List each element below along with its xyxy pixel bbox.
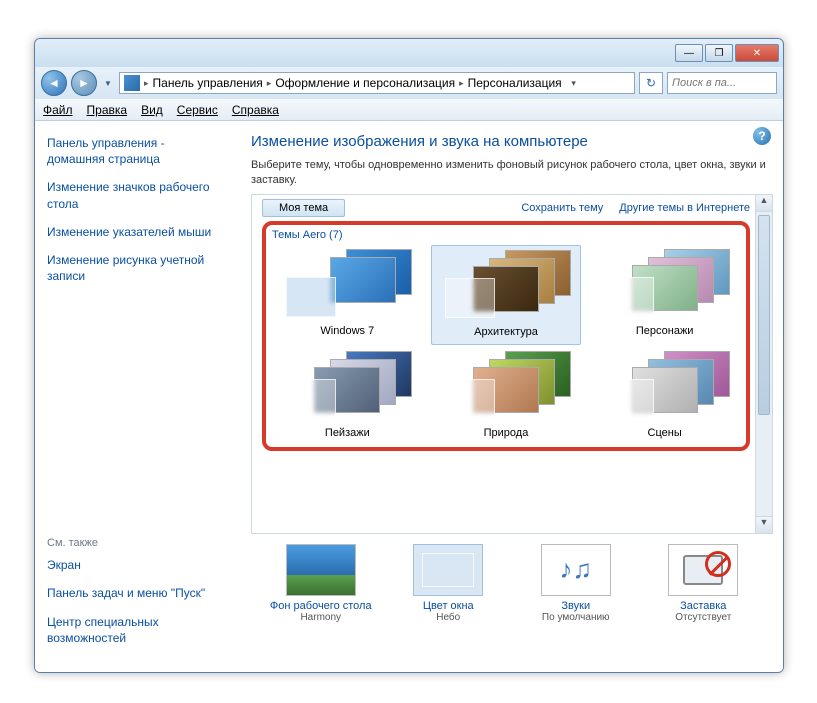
scroll-thumb[interactable]: [758, 215, 770, 415]
control-panel-icon: [124, 75, 140, 91]
menu-file[interactable]: Файл: [43, 103, 73, 117]
menu-help[interactable]: Справка: [232, 103, 279, 117]
sidebar-home-link[interactable]: Панель управления - домашняя страница: [47, 135, 223, 167]
sounds-button[interactable]: ♪♫ ЗвукиПо умолчанию: [521, 544, 631, 623]
sidebar-mouse-pointers-link[interactable]: Изменение указателей мыши: [47, 224, 223, 240]
window-color-button[interactable]: Цвет окнаНебо: [393, 544, 503, 623]
desktop-background-icon: [286, 544, 356, 596]
nav-history-dropdown[interactable]: ▼: [101, 73, 115, 93]
menu-bar: Файл Правка Вид Сервис Справка: [35, 99, 783, 121]
titlebar: — ❐ ✕: [35, 39, 783, 67]
sounds-value: По умолчанию: [521, 612, 631, 623]
personalization-window: — ❐ ✕ ◄ ► ▼ ▸ Панель управления ▸ Оформл…: [34, 38, 784, 673]
desktop-background-button[interactable]: Фон рабочего столаHarmony: [266, 544, 376, 623]
menu-tools[interactable]: Сервис: [177, 103, 218, 117]
sounds-label: Звуки: [521, 600, 631, 612]
theme-thumbnail: [282, 249, 412, 321]
address-bar[interactable]: ▸ Панель управления ▸ Оформление и персо…: [119, 72, 635, 94]
help-icon[interactable]: ?: [753, 127, 771, 145]
chevron-right-icon: ▸: [267, 78, 272, 89]
sidebar-desktop-icons-link[interactable]: Изменение значков рабочего стола: [47, 179, 223, 211]
theme-label: Сцены: [589, 427, 740, 439]
theme-thumbnail: [600, 351, 730, 423]
breadcrumb-appearance[interactable]: Оформление и персонализация: [275, 76, 455, 90]
sounds-icon: ♪♫: [541, 544, 611, 596]
settings-row: Фон рабочего столаHarmonyЦвет окнаНебо♪♫…: [251, 544, 773, 623]
back-button[interactable]: ◄: [41, 70, 67, 96]
refresh-button[interactable]: ↻: [639, 72, 663, 94]
page-description: Выберите тему, чтобы одновременно измени…: [251, 158, 773, 188]
themes-online-link[interactable]: Другие темы в Интернете: [619, 202, 750, 214]
chevron-right-icon: ▸: [459, 78, 464, 89]
theme-item[interactable]: Архитектура: [431, 245, 582, 345]
theme-label: Архитектура: [432, 326, 581, 338]
theme-item[interactable]: Windows 7: [272, 245, 423, 345]
sidebar-display-link[interactable]: Экран: [47, 557, 223, 573]
navigation-bar: ◄ ► ▼ ▸ Панель управления ▸ Оформление и…: [35, 67, 783, 99]
theme-item[interactable]: Персонажи: [589, 245, 740, 345]
window-color-value: Небо: [393, 612, 503, 623]
save-theme-link[interactable]: Сохранить тему: [521, 202, 603, 214]
window-color-label: Цвет окна: [393, 600, 503, 612]
theme-label: Пейзажи: [272, 427, 423, 439]
address-dropdown[interactable]: ▾: [566, 78, 582, 89]
aero-group-label: Темы Aero (7): [272, 229, 740, 241]
search-box[interactable]: [667, 72, 777, 94]
screensaver-value: Отсутствует: [648, 612, 758, 623]
theme-thumbnail: [441, 351, 571, 423]
themes-grid: Windows 7 Архитектура Персонажи Пейзажи Прир…: [272, 245, 740, 445]
themes-panel: ▲ ▼ Моя тема Сохранить тему Другие темы …: [251, 194, 773, 534]
theme-item[interactable]: Сцены: [589, 347, 740, 445]
scrollbar[interactable]: ▲ ▼: [755, 195, 772, 533]
window-body: Панель управления - домашняя страница Из…: [35, 121, 783, 672]
theme-thumbnail: [282, 351, 412, 423]
theme-label: Windows 7: [272, 325, 423, 337]
my-theme-button[interactable]: Моя тема: [262, 199, 345, 217]
breadcrumb-control-panel[interactable]: Панель управления: [153, 76, 263, 90]
theme-label: Природа: [431, 427, 582, 439]
desktop-background-label: Фон рабочего стола: [266, 600, 376, 612]
theme-thumbnail: [600, 249, 730, 321]
theme-item[interactable]: Пейзажи: [272, 347, 423, 445]
minimize-button[interactable]: —: [675, 44, 703, 62]
chevron-right-icon: ▸: [144, 78, 149, 89]
search-input[interactable]: [672, 77, 772, 89]
screensaver-button[interactable]: ЗаставкаОтсутствует: [648, 544, 758, 623]
theme-thumbnail: [441, 250, 571, 322]
scroll-down-button[interactable]: ▼: [756, 516, 772, 533]
forward-button[interactable]: ►: [71, 70, 97, 96]
screensaver-label: Заставка: [648, 600, 758, 612]
my-themes-row: Моя тема Сохранить тему Другие темы в Ин…: [262, 199, 750, 217]
scroll-up-button[interactable]: ▲: [756, 195, 772, 212]
sidebar-account-picture-link[interactable]: Изменение рисунка учетной записи: [47, 252, 223, 284]
see-also-heading: См. также: [47, 537, 223, 549]
menu-edit[interactable]: Правка: [87, 103, 128, 117]
desktop-background-value: Harmony: [266, 612, 376, 623]
content-pane: ? Изменение изображения и звука на компь…: [235, 121, 783, 672]
theme-item[interactable]: Природа: [431, 347, 582, 445]
sidebar: Панель управления - домашняя страница Из…: [35, 121, 235, 672]
sidebar-ease-of-access-link[interactable]: Центр специальных возможностей: [47, 614, 223, 646]
window-color-icon: [413, 544, 483, 596]
theme-label: Персонажи: [589, 325, 740, 337]
sidebar-taskbar-link[interactable]: Панель задач и меню "Пуск": [47, 585, 223, 601]
screensaver-icon: [668, 544, 738, 596]
aero-themes-highlight: Темы Aero (7) Windows 7 Архитектура Персон…: [262, 221, 750, 451]
breadcrumb-personalization[interactable]: Персонализация: [468, 76, 562, 90]
menu-view[interactable]: Вид: [141, 103, 163, 117]
page-title: Изменение изображения и звука на компьют…: [251, 133, 773, 150]
close-button[interactable]: ✕: [735, 44, 779, 62]
maximize-button[interactable]: ❐: [705, 44, 733, 62]
